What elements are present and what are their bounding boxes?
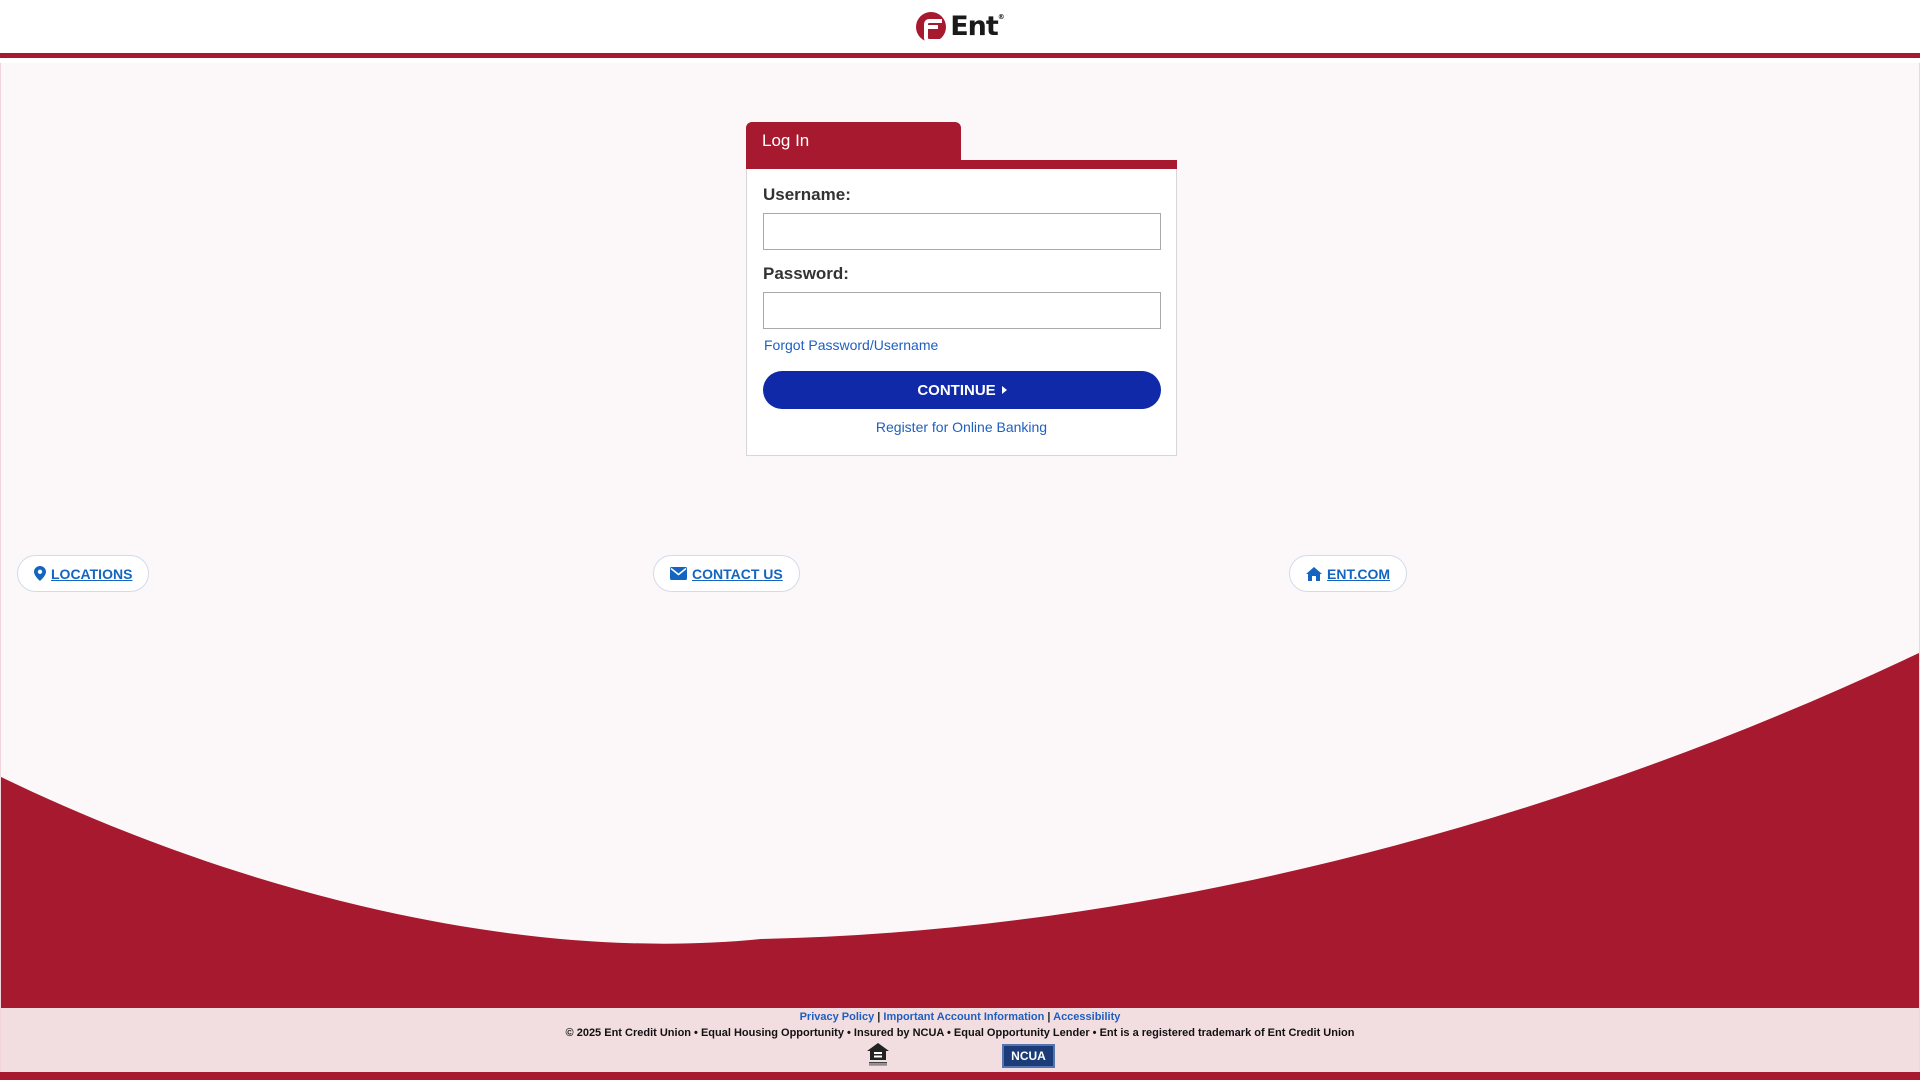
equal-housing-icon	[867, 1043, 889, 1066]
ent-com-label: ENT.COM	[1327, 565, 1390, 582]
login-tab: Log In	[746, 122, 961, 161]
ncua-badge: NCUA	[1002, 1044, 1055, 1068]
important-account-information-link[interactable]: Important Account Information	[883, 1011, 1044, 1023]
ent-logo[interactable]: Ent®	[916, 11, 1005, 43]
caret-right-icon	[1001, 386, 1007, 394]
bottom-bar	[0, 1072, 1920, 1080]
privacy-policy-link[interactable]: Privacy Policy	[800, 1011, 875, 1023]
site-header: Ent®	[0, 0, 1920, 58]
footer-separator: |	[877, 1011, 881, 1023]
continue-button[interactable]: CONTINUE	[763, 371, 1161, 409]
envelope-icon	[670, 567, 687, 580]
contact-us-label: CONTACT US	[692, 565, 783, 582]
accessibility-link[interactable]: Accessibility	[1053, 1011, 1120, 1023]
register-link[interactable]: Register for Online Banking	[763, 419, 1160, 435]
home-icon	[1306, 566, 1322, 581]
footer-links: Privacy Policy | Important Account Infor…	[1, 1008, 1919, 1023]
locations-label: LOCATIONS	[51, 565, 133, 582]
footer-logos: NCUA	[1, 1042, 1919, 1068]
ent-logo-text: Ent®	[950, 11, 1005, 42]
footer-copyright: © 2025 Ent Credit Union • Equal Housing …	[565, 1027, 1355, 1039]
forgot-password-link[interactable]: Forgot Password/Username	[764, 337, 1160, 353]
login-card: Log In Username: Password: Forgot Passwo…	[746, 122, 1177, 456]
footer-separator: |	[1047, 1011, 1051, 1023]
ent-com-button[interactable]: ENT.COM	[1289, 555, 1407, 592]
locations-button[interactable]: LOCATIONS	[17, 555, 150, 592]
continue-button-label: CONTINUE	[917, 381, 996, 399]
username-label: Username:	[763, 185, 851, 204]
login-tab-bar	[746, 160, 1177, 169]
contact-us-button[interactable]: CONTACT US	[653, 555, 800, 592]
main-content: Log In Username: Password: Forgot Passwo…	[0, 63, 1920, 1008]
map-marker-icon	[34, 566, 46, 581]
password-input[interactable]	[763, 292, 1161, 329]
login-form: Username: Password: Forgot Password/User…	[746, 169, 1177, 456]
ent-logo-icon	[916, 11, 947, 43]
site-footer: Privacy Policy | Important Account Infor…	[0, 1008, 1920, 1072]
password-label: Password:	[763, 264, 849, 283]
username-input[interactable]	[763, 213, 1161, 250]
